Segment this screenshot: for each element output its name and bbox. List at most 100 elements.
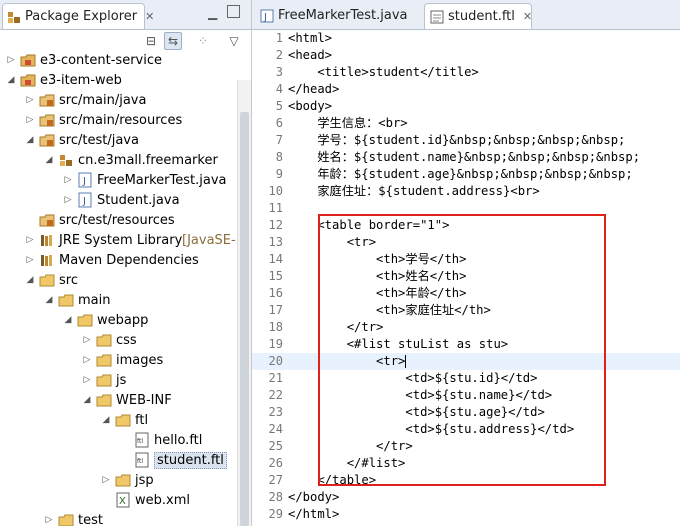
tree-item[interactable]: ftl student.ftl	[0, 450, 237, 470]
explorer-scrollbar[interactable]	[237, 80, 251, 526]
tree-item[interactable]: ◢ webapp	[0, 310, 237, 330]
focus-icon[interactable]: ⁘	[195, 33, 211, 49]
link-with-editor-icon[interactable]: ⇆	[164, 32, 182, 50]
code-line[interactable]: 2 <head>	[252, 47, 680, 64]
code-line[interactable]: 24 <td>${stu.address}</td>	[252, 421, 680, 438]
tree-item-label: src/main/resources	[59, 112, 183, 128]
tree-item[interactable]: Xweb.xml	[0, 490, 237, 510]
tree-item[interactable]: ▷ Maven Dependencies	[0, 250, 237, 270]
code-line[interactable]: 15 <th>姓名</th>	[252, 268, 680, 285]
code-line[interactable]: 18 </tr>	[252, 319, 680, 336]
code-editor[interactable]: 1 <html> 2 <head> 3 <title>student</title> 4 <…	[252, 30, 680, 526]
expand-arrow-icon[interactable]: ◢	[63, 315, 73, 325]
code-line[interactable]: 6 学生信息：<br>	[252, 115, 680, 132]
close-icon[interactable]: ✕	[145, 10, 154, 23]
line-number: 7	[275, 133, 283, 147]
code-text: </tr>	[288, 439, 413, 453]
collapse-arrow-icon[interactable]: ▷	[82, 355, 92, 365]
svg-text:J: J	[263, 12, 267, 23]
code-text: <td>${stu.age}</td>	[288, 405, 545, 419]
tab-freemarkertest-java[interactable]: J FreeMarkerTest.java	[256, 3, 418, 28]
expand-arrow-icon[interactable]: ◢	[6, 75, 16, 85]
tree-item[interactable]: ▷ e3-content-service	[0, 50, 237, 70]
collapse-arrow-icon[interactable]: ▷	[63, 195, 73, 205]
tree-item[interactable]: ftl hello.ftl	[0, 430, 237, 450]
code-line[interactable]: 16 <th>年龄</th>	[252, 285, 680, 302]
code-line[interactable]: 9 年龄：${student.age}&nbsp;&nbsp;&nbsp;&nb…	[252, 166, 680, 183]
tree-item[interactable]: ▷ J FreeMarkerTest.java	[0, 170, 237, 190]
collapse-arrow-icon[interactable]: ▷	[82, 335, 92, 345]
code-line[interactable]: 8 姓名：${student.name}&nbsp;&nbsp;&nbsp;&n…	[252, 149, 680, 166]
tree-item[interactable]: ▷ J Student.java	[0, 190, 237, 210]
tree-item[interactable]: src/test/resources	[0, 210, 237, 230]
expand-arrow-icon[interactable]: ◢	[25, 135, 35, 145]
code-line[interactable]: 28 </body>	[252, 489, 680, 506]
tree-item[interactable]: ▷ src/main/java	[0, 90, 237, 110]
code-line[interactable]: 13 <tr>	[252, 234, 680, 251]
tree-item[interactable]: ◢ WEB-INF	[0, 390, 237, 410]
line-number: 1	[275, 31, 283, 45]
tree-item[interactable]: ▷ src/main/resources	[0, 110, 237, 130]
code-line[interactable]: 12 <table border="1">	[252, 217, 680, 234]
expand-arrow-icon[interactable]: ◢	[44, 155, 54, 165]
maximize-icon[interactable]	[227, 5, 240, 18]
tree-item[interactable]: ▷ test	[0, 510, 237, 526]
expand-arrow-icon[interactable]: ◢	[44, 295, 54, 305]
code-line[interactable]: 4 </head>	[252, 81, 680, 98]
code-line[interactable]: 5 <body>	[252, 98, 680, 115]
expand-arrow-icon[interactable]: ◢	[101, 415, 111, 425]
code-line[interactable]: 3 <title>student</title>	[252, 64, 680, 81]
collapse-arrow-icon[interactable]: ▷	[63, 175, 73, 185]
text-caret	[405, 355, 407, 368]
code-line[interactable]: 11	[252, 200, 680, 217]
expand-arrow-icon[interactable]: ◢	[25, 275, 35, 285]
code-line[interactable]: 25 </tr>	[252, 438, 680, 455]
code-line[interactable]: 26 </#list>	[252, 455, 680, 472]
collapse-arrow-icon[interactable]: ▷	[25, 115, 35, 125]
expand-arrow-icon[interactable]: ◢	[82, 395, 92, 405]
code-text: <title>student</title>	[288, 65, 479, 79]
code-line[interactable]: 27 </table>	[252, 472, 680, 489]
tree-item[interactable]: ◢ src	[0, 270, 237, 290]
line-number: 16	[268, 286, 283, 300]
code-line[interactable]: 10 家庭住址：${student.address}<br>	[252, 183, 680, 200]
code-line[interactable]: 7 学号：${student.id}&nbsp;&nbsp;&nbsp;&nbs…	[252, 132, 680, 149]
explorer-scroll-thumb[interactable]	[240, 112, 249, 526]
code-line[interactable]: 20 <tr>	[252, 353, 680, 370]
code-line[interactable]: 21 <td>${stu.id}</td>	[252, 370, 680, 387]
code-line[interactable]: 14 <th>学号</th>	[252, 251, 680, 268]
tree-item[interactable]: ▷ js	[0, 370, 237, 390]
collapse-arrow-icon[interactable]: ▷	[25, 255, 35, 265]
tree-item[interactable]: ◢ e3-item-web	[0, 70, 237, 90]
tab-package-explorer[interactable]: Package Explorer ✕	[2, 3, 154, 29]
code-line[interactable]: 1 <html>	[252, 30, 680, 47]
collapse-arrow-icon[interactable]: ▷	[44, 515, 54, 525]
collapse-arrow-icon[interactable]: ▷	[25, 235, 35, 245]
minimize-icon[interactable]: ▁	[208, 6, 217, 20]
collapse-arrow-icon[interactable]: ▷	[82, 375, 92, 385]
code-line[interactable]: 19 <#list stuList as stu>	[252, 336, 680, 353]
tree-item[interactable]: ▷ css	[0, 330, 237, 350]
tree-item[interactable]: ▷ JRE System Library [JavaSE-1.	[0, 230, 249, 250]
tree-item[interactable]: ◢ ftl	[0, 410, 237, 430]
collapse-arrow-icon[interactable]: ▷	[25, 95, 35, 105]
code-line[interactable]: 29 </html>	[252, 506, 680, 523]
collapse-arrow-icon[interactable]: ▷	[6, 55, 16, 65]
view-menu-icon[interactable]: ▽	[226, 33, 242, 49]
tree-item[interactable]: ◢ main	[0, 290, 237, 310]
project-icon	[20, 72, 36, 88]
code-text: <th>学号</th>	[288, 252, 467, 266]
code-line[interactable]: 17 <th>家庭住址</th>	[252, 302, 680, 319]
code-line[interactable]: 22 <td>${stu.name}</td>	[252, 387, 680, 404]
collapse-all-icon[interactable]: ⊟	[143, 33, 159, 49]
tree-item[interactable]: ▷ images	[0, 350, 237, 370]
code-line[interactable]: 23 <td>${stu.age}</td>	[252, 404, 680, 421]
close-icon[interactable]: ✕	[523, 10, 532, 23]
tree-item[interactable]: ◢ cn.e3mall.freemarker	[0, 150, 237, 170]
line-number: 26	[268, 456, 283, 470]
collapse-arrow-icon[interactable]: ▷	[101, 475, 111, 485]
tree-item[interactable]: ◢ src/test/java	[0, 130, 237, 150]
tree-item[interactable]: ▷ jsp	[0, 470, 237, 490]
tab-student-ftl[interactable]: student.ftl ✕	[424, 3, 532, 29]
source-folder-icon	[39, 92, 55, 108]
